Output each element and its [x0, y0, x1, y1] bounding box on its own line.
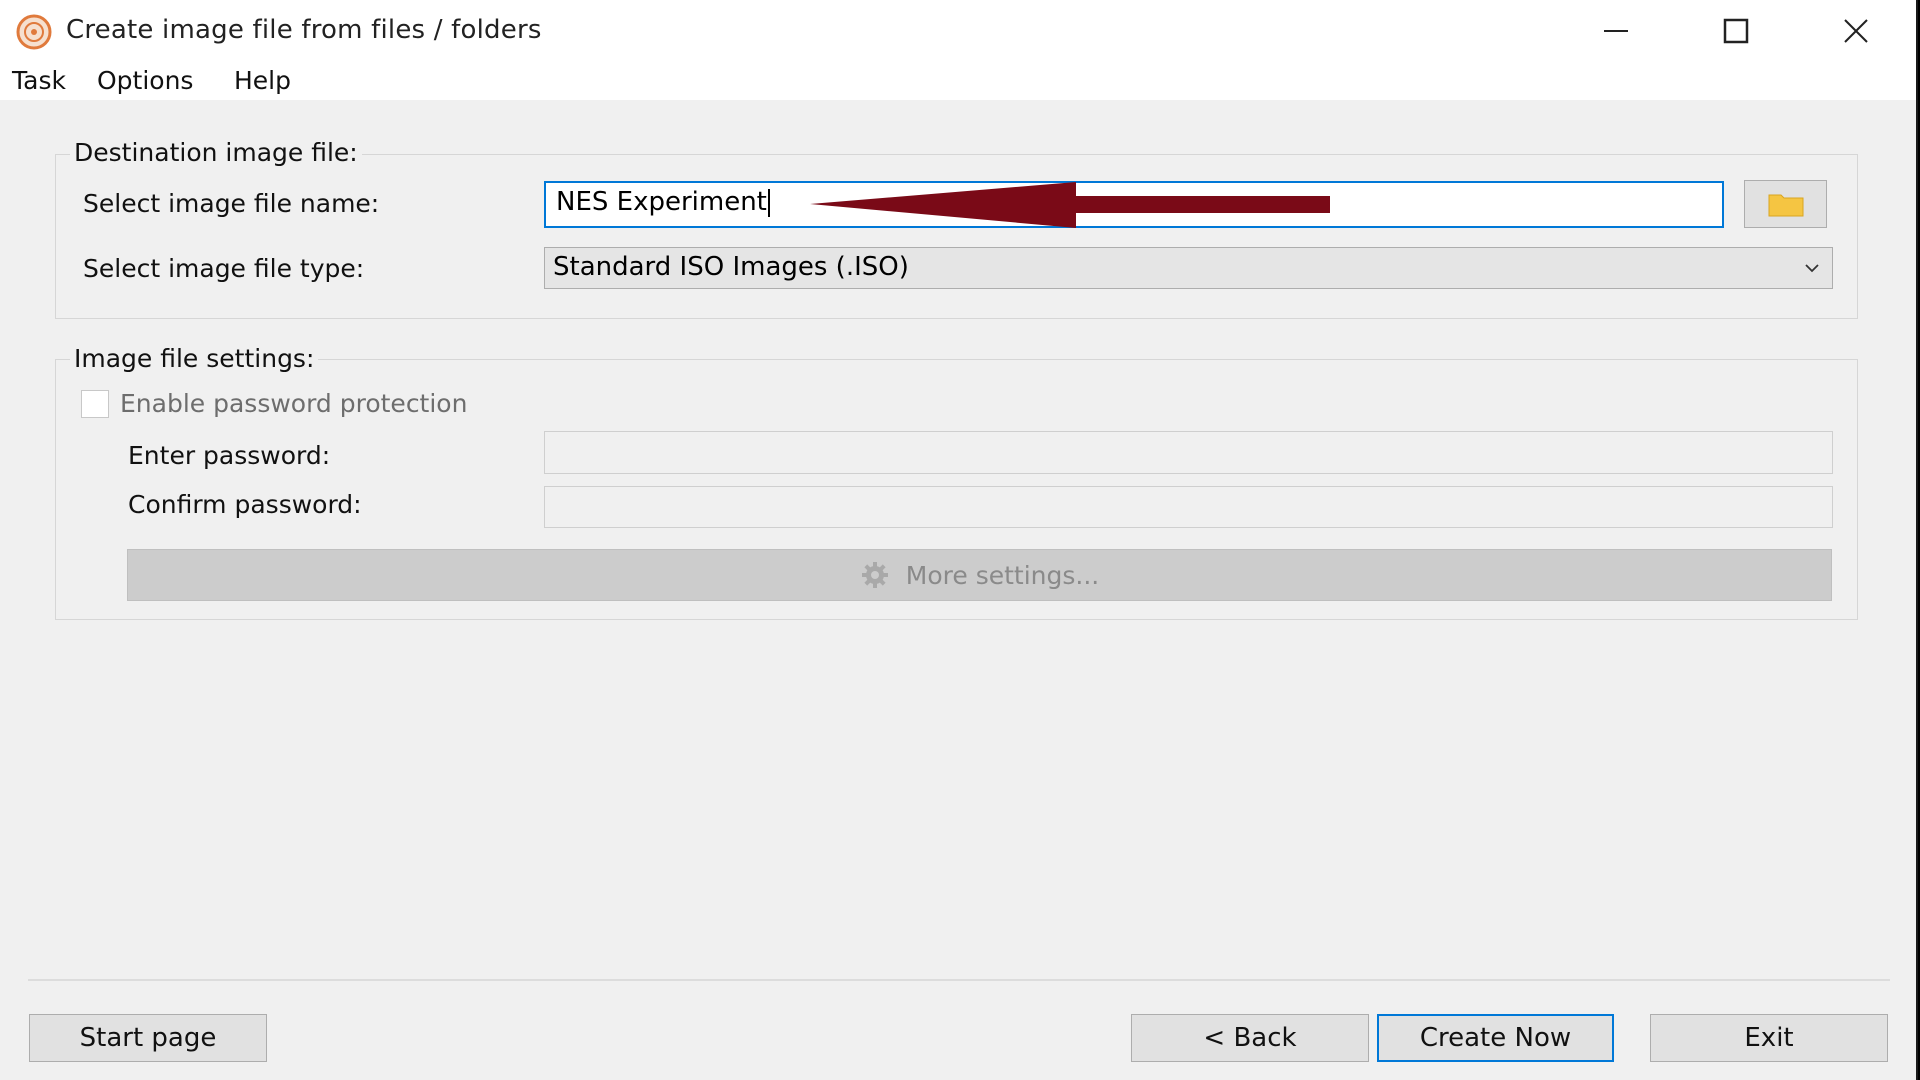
window-title: Create image file from files / folders	[66, 15, 542, 45]
confirm-password-label: Confirm password:	[128, 490, 362, 519]
enter-password-input[interactable]	[544, 431, 1833, 474]
folder-icon	[1768, 194, 1803, 217]
image-type-value: Standard ISO Images (.ISO)	[553, 252, 909, 282]
text-caret	[767, 188, 770, 217]
settings-group-title: Image file settings:	[70, 344, 319, 373]
gear-icon	[861, 562, 888, 588]
footer-separator	[28, 979, 1890, 981]
enable-password-label: Enable password protection	[120, 389, 468, 418]
back-button[interactable]: < Back	[1131, 1014, 1369, 1062]
image-name-label: Select image file name:	[83, 189, 380, 218]
more-settings-label: More settings...	[905, 560, 1100, 590]
dialog-window: Create image file from files / folders T…	[0, 0, 1918, 1080]
annotation-arrow-icon	[810, 182, 1330, 228]
exit-button[interactable]: Exit	[1650, 1014, 1888, 1062]
create-now-button[interactable]: Create Now	[1377, 1014, 1614, 1062]
menu-help[interactable]: Help	[234, 66, 291, 95]
maximize-button[interactable]	[1676, 0, 1796, 62]
menu-options[interactable]: Options	[97, 66, 193, 95]
confirm-password-input[interactable]	[544, 486, 1833, 528]
start-page-button[interactable]: Start page	[29, 1014, 267, 1062]
enable-password-checkbox[interactable]	[81, 390, 109, 418]
title-bar: Create image file from files / folders	[0, 0, 1916, 62]
minimize-icon	[1604, 30, 1628, 32]
close-button[interactable]	[1796, 0, 1916, 62]
maximize-icon	[1723, 18, 1749, 44]
enter-password-label: Enter password:	[128, 441, 331, 470]
chevron-down-icon	[1805, 264, 1819, 273]
browse-button[interactable]	[1744, 180, 1827, 228]
close-icon	[1844, 19, 1868, 43]
image-type-label: Select image file type:	[83, 254, 365, 283]
more-settings-button[interactable]: More settings...	[127, 549, 1832, 601]
minimize-button[interactable]	[1556, 0, 1676, 62]
image-name-value: NES Experiment	[556, 187, 767, 217]
menu-task[interactable]: Task	[12, 66, 66, 95]
image-type-dropdown[interactable]: Standard ISO Images (.ISO)	[544, 247, 1833, 289]
disc-icon	[16, 14, 52, 50]
menu-bar: Task Options Help	[0, 62, 1916, 100]
destination-group-title: Destination image file:	[70, 138, 362, 167]
